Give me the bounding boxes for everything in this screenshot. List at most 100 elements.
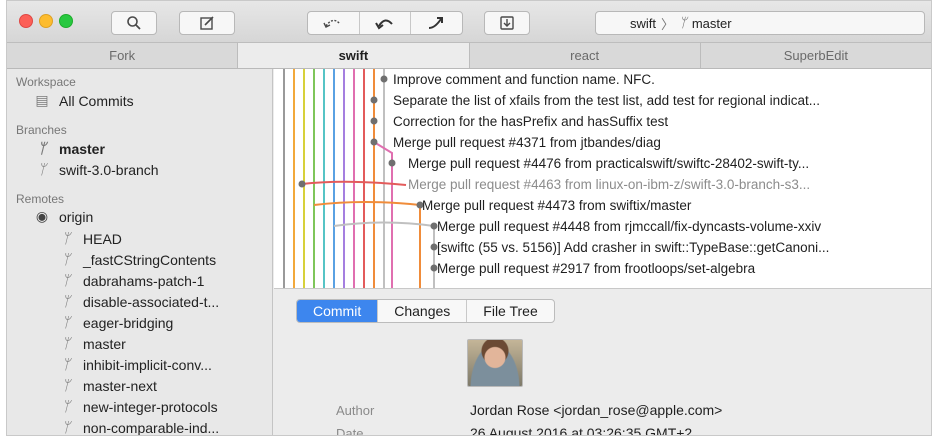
close-window-button[interactable] <box>19 14 33 28</box>
branch-icon: ᛘ <box>61 231 71 247</box>
sidebar-item-label: origin <box>59 209 94 225</box>
detail-tabs: Commit Changes File Tree <box>296 299 555 323</box>
remotes-heading: Remotes <box>16 192 65 206</box>
stash-icon <box>500 16 514 30</box>
commit-row[interactable]: Improve comment and function name. NFC. <box>393 69 655 90</box>
tab-fork[interactable]: Fork <box>7 43 239 68</box>
fetch-icon <box>323 19 341 28</box>
minimize-window-button[interactable] <box>39 14 53 28</box>
pull-button[interactable] <box>360 12 412 34</box>
commit-node <box>298 180 306 188</box>
graph-merge-curve <box>313 201 421 288</box>
sidebar: Workspace ▤ All Commits Branches ᛘ maste… <box>7 69 273 436</box>
date-value: 26 August 2016 at 03:26:35 GMT+2 <box>470 425 693 436</box>
sidebar-item-label: _fastCStringContents <box>83 252 217 268</box>
tab-changes[interactable]: Changes <box>378 300 468 322</box>
sidebar-item-remote-origin[interactable]: ◉ origin <box>33 207 93 227</box>
date-label: Date <box>336 426 364 436</box>
branch-icon: ᛘ <box>679 15 687 31</box>
sidebar-item-remote-branch[interactable]: ᛘ inhibit-implicit-conv... <box>57 355 212 375</box>
sidebar-item-branch-master[interactable]: ᛘ master <box>33 139 105 159</box>
branch-icon: ᛘ <box>61 357 71 373</box>
commit-row[interactable]: Correction for the hasPrefix and hasSuff… <box>393 111 668 132</box>
commit-node <box>370 117 378 125</box>
sidebar-item-label: master-next <box>83 378 157 394</box>
tab-file-tree[interactable]: File Tree <box>467 300 553 322</box>
sidebar-item-remote-branch[interactable]: ᛘ disable-associated-t... <box>57 292 219 312</box>
sidebar-item-remote-branch[interactable]: ᛘ master <box>57 334 126 354</box>
commit-row[interactable]: Merge pull request #4448 from rjmccall/f… <box>437 216 821 237</box>
monitor-icon: ▤ <box>35 93 49 109</box>
quick-launch-button[interactable] <box>179 11 235 35</box>
repo-name: swift <box>630 15 656 31</box>
breadcrumb-separator: 〉 <box>661 16 675 32</box>
tab-superbedit[interactable]: SuperbEdit <box>701 43 931 68</box>
sidebar-item-label: master <box>59 141 105 157</box>
sidebar-item-remote-branch[interactable]: ᛘ eager-bridging <box>57 313 174 333</box>
workspace-heading: Workspace <box>16 75 76 89</box>
push-icon <box>428 17 443 29</box>
branch-icon: ᛘ <box>61 252 71 268</box>
branch-icon: ᛘ <box>37 141 47 157</box>
compose-icon <box>200 16 214 30</box>
commit-node <box>380 75 388 83</box>
sidebar-item-all-commits[interactable]: ▤ All Commits <box>33 91 133 111</box>
sidebar-item-label: HEAD <box>83 231 122 247</box>
tab-swift[interactable]: swift <box>238 43 470 68</box>
commit-row[interactable]: Merge pull request #4473 from swiftix/ma… <box>422 195 691 216</box>
sidebar-item-label: eager-bridging <box>83 315 174 331</box>
commit-row[interactable]: [swiftc (55 vs. 5156)] Add crasher in sw… <box>437 237 829 258</box>
commit-node <box>370 96 378 104</box>
branch-icon: ᛘ <box>61 315 71 331</box>
commit-list: Improve comment and function name. NFC. … <box>274 69 931 289</box>
commit-row[interactable]: Merge pull request #2917 from frootloops… <box>437 258 755 279</box>
branch-icon: ᛘ <box>37 162 47 178</box>
author-label: Author <box>336 403 375 418</box>
branch-icon: ᛘ <box>61 378 71 394</box>
app-window: swift 〉 ᛘ master Fork swift react Superb… <box>6 0 932 436</box>
stash-button[interactable] <box>484 11 530 35</box>
commit-detail-pane: Commit Changes File Tree Author Jordan R… <box>274 290 931 436</box>
tab-commit[interactable]: Commit <box>297 300 379 322</box>
commit-row[interactable]: Separate the list of xfails from the tes… <box>393 90 820 111</box>
branch-icon: ᛘ <box>61 294 71 310</box>
sidebar-item-label: non-comparable-ind... <box>83 420 220 436</box>
commit-node <box>388 159 396 167</box>
pull-icon <box>375 19 393 30</box>
push-button[interactable] <box>411 12 462 34</box>
toolbar: swift 〉 ᛘ master <box>7 1 931 43</box>
sidebar-item-label: inhibit-implicit-conv... <box>83 357 212 373</box>
branch-icon: ᛘ <box>61 273 71 289</box>
branch-icon: ᛘ <box>61 336 71 352</box>
repository-tabs: Fork swift react SuperbEdit <box>7 43 931 69</box>
branch-icon: ᛘ <box>61 420 71 436</box>
git-actions-group <box>307 11 463 35</box>
commit-node <box>370 138 378 146</box>
magnifier-icon <box>127 16 141 30</box>
sidebar-item-label: master <box>83 336 126 352</box>
sidebar-item-label: dabrahams-patch-1 <box>83 273 205 289</box>
author-value: Jordan Rose <jordan_rose@apple.com> <box>470 402 723 418</box>
branch-name: master <box>691 15 732 31</box>
tab-react[interactable]: react <box>470 43 701 68</box>
branch-icon: ᛘ <box>61 399 71 415</box>
commit-row[interactable]: Merge pull request #4476 from practicals… <box>408 153 809 174</box>
sidebar-item-label: new-integer-protocols <box>83 399 218 415</box>
sidebar-item-remote-branch[interactable]: ᛘ new-integer-protocols <box>57 397 218 417</box>
sidebar-item-remote-branch[interactable]: ᛘ non-comparable-ind... <box>57 418 220 436</box>
fetch-button[interactable] <box>308 12 360 34</box>
sidebar-item-remote-branch[interactable]: ᛘ HEAD <box>57 229 122 249</box>
sidebar-item-remote-branch[interactable]: ᛘ dabrahams-patch-1 <box>57 271 205 291</box>
commit-row[interactable]: Merge pull request #4463 from linux-on-i… <box>408 174 810 195</box>
commit-row[interactable]: Merge pull request #4371 from jtbandes/d… <box>393 132 661 153</box>
sidebar-item-remote-branch[interactable]: ᛘ master-next <box>57 376 157 396</box>
sidebar-item-label: disable-associated-t... <box>83 294 220 310</box>
sidebar-item-remote-branch[interactable]: ᛘ _fastCStringContents <box>57 250 216 270</box>
sidebar-item-branch-swift-3-0[interactable]: ᛘ swift-3.0-branch <box>33 160 159 180</box>
zoom-window-button[interactable] <box>59 14 73 28</box>
sidebar-item-label: swift-3.0-branch <box>59 162 159 178</box>
current-branch-selector[interactable]: swift 〉 ᛘ master <box>595 11 925 35</box>
github-icon: ◉ <box>35 209 49 225</box>
author-avatar <box>467 339 523 387</box>
search-button[interactable] <box>111 11 157 35</box>
